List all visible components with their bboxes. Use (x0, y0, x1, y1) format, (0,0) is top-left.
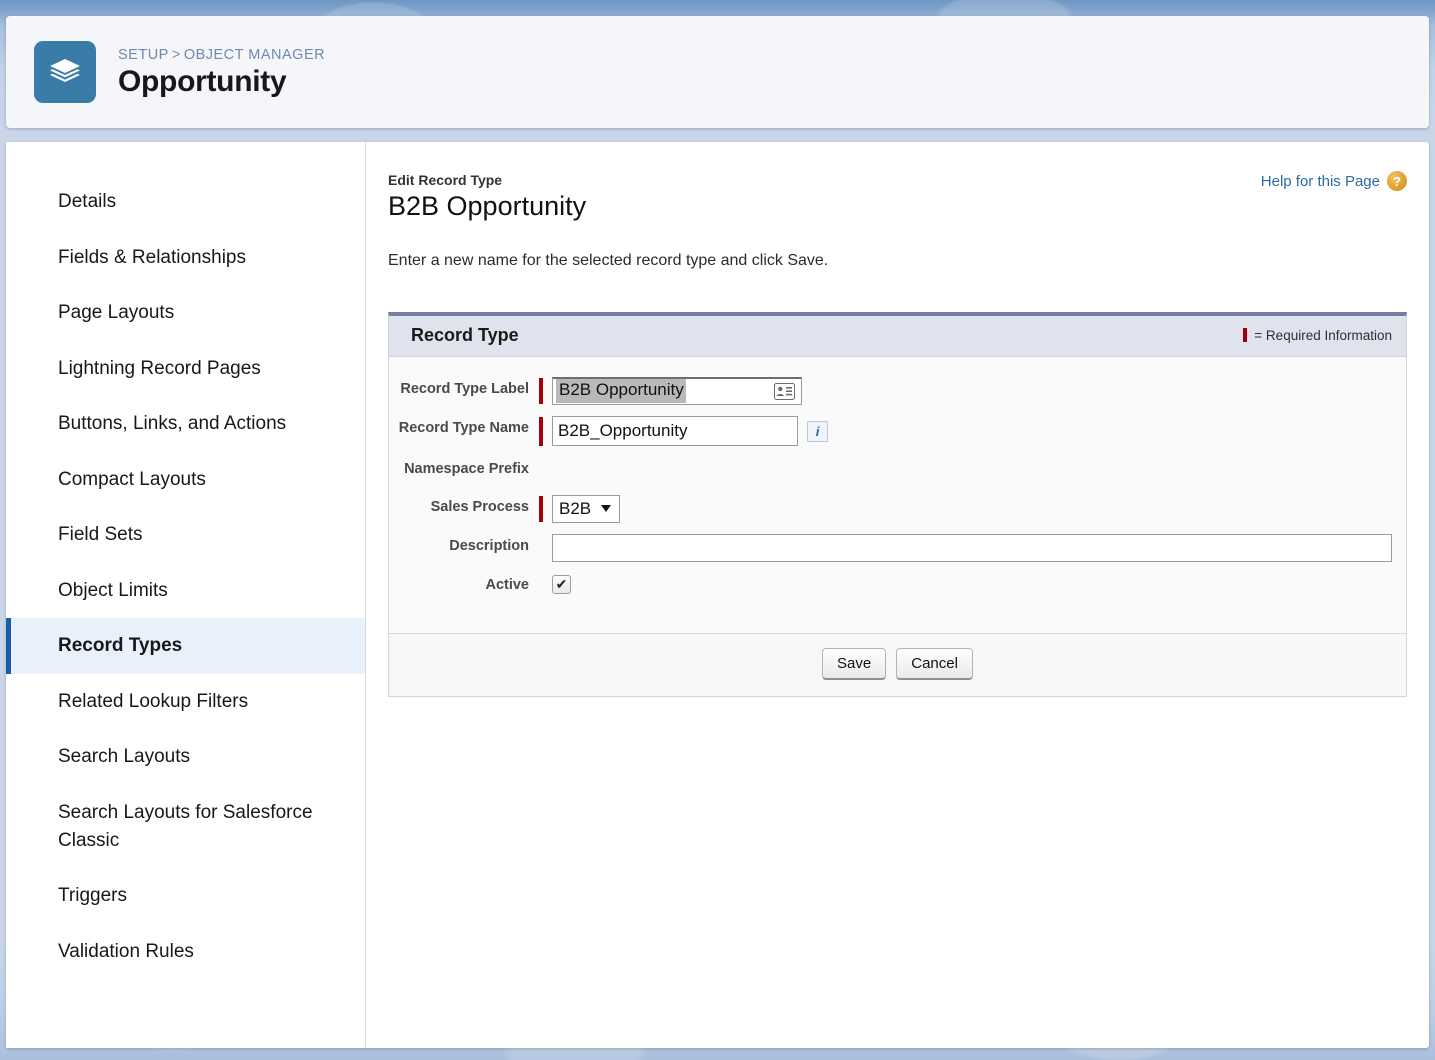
field-row-record-type-label: Record Type Label B2B Opportunity (389, 376, 1392, 405)
info-i-icon[interactable]: i (807, 420, 828, 442)
sidebar-item-label: Buttons, Links, and Actions (58, 413, 287, 435)
sidebar-item-page-layouts[interactable]: Page Layouts (6, 285, 365, 341)
sidebar-item-label: Record Types (58, 635, 183, 657)
main-content: Help for this Page ? Edit Record Type B2… (366, 142, 1429, 1048)
instruction-text: Enter a new name for the selected record… (388, 251, 829, 269)
sidebar-item-search-layouts-salesforce-classic[interactable]: Search Layouts for Salesforce Classic (6, 785, 365, 868)
sidebar-item-field-sets[interactable]: Field Sets (6, 507, 365, 563)
sidebar-item-validation-rules[interactable]: Validation Rules (6, 924, 365, 980)
active-checkbox[interactable]: ✔ (552, 574, 571, 594)
required-marker-icon (539, 377, 543, 404)
required-marker-icon (539, 495, 543, 522)
required-marker-placeholder (539, 574, 543, 600)
sidebar-item-label: Compact Layouts (58, 468, 206, 490)
contact-card-autofill-icon[interactable] (774, 382, 795, 400)
field-row-record-type-name: Record Type Name i (389, 415, 1392, 446)
chevron-down-icon (601, 505, 612, 513)
setup-page: SETUP > OBJECT MANAGER Opportunity Details… (0, 0, 1435, 1060)
sidebar-item-label: Search Layouts for Salesforce Classic (58, 802, 313, 851)
sidebar-item-object-limits[interactable]: Object Limits (6, 563, 365, 619)
sales-process-label: Sales Process (430, 498, 529, 515)
sales-process-select[interactable]: B2B (552, 494, 620, 523)
record-type-name-input[interactable] (552, 415, 798, 446)
page-title: Opportunity (118, 64, 287, 98)
sidebar-item-label: Object Limits (58, 579, 168, 601)
namespace-prefix-label: Namespace Prefix (404, 460, 529, 477)
record-type-name-label: Record Type Name (398, 419, 529, 436)
checkmark-icon: ✔ (555, 576, 568, 593)
breadcrumb-object-manager-link[interactable]: OBJECT MANAGER (184, 47, 325, 63)
sidebar-item-label: Page Layouts (58, 302, 175, 324)
cancel-button[interactable]: Cancel (896, 647, 973, 680)
sales-process-value: B2B (559, 498, 592, 518)
description-input[interactable] (552, 533, 1392, 562)
record-type-form: Record Type Label B2B Opportunity Record… (389, 357, 1406, 633)
sidebar-item-buttons-links-actions[interactable]: Buttons, Links, and Actions (6, 396, 365, 452)
description-label: Description (449, 537, 529, 554)
field-row-sales-process: Sales Process B2B (389, 494, 1392, 523)
sidebar-item-record-types[interactable]: Record Types (6, 618, 365, 674)
object-header-card: SETUP > OBJECT MANAGER Opportunity (6, 16, 1429, 128)
sidebar-item-label: Lightning Record Pages (58, 357, 261, 379)
sidebar-item-related-lookup-filters[interactable]: Related Lookup Filters (6, 674, 365, 730)
panel-title: Record Type (411, 324, 519, 345)
active-label: Active (485, 576, 529, 593)
help-for-this-page-link[interactable]: Help for this Page ? (1261, 171, 1407, 191)
sidebar-item-label: Fields & Relationships (58, 246, 246, 268)
object-sidebar-nav: Details Fields & Relationships Page Layo… (6, 142, 366, 1048)
sidebar-item-label: Field Sets (58, 524, 143, 546)
required-marker-icon (1243, 328, 1248, 343)
sidebar-item-compact-layouts[interactable]: Compact Layouts (6, 452, 365, 508)
required-marker-placeholder (539, 535, 543, 561)
sidebar-item-label: Search Layouts (58, 746, 191, 768)
help-link-label: Help for this Page (1260, 172, 1380, 190)
sidebar-item-label: Validation Rules (58, 940, 194, 962)
record-type-panel-header: Record Type = Required Information (389, 315, 1406, 357)
record-type-panel: Record Type = Required Information Recor… (388, 311, 1407, 697)
breadcrumb: SETUP > OBJECT MANAGER (118, 47, 325, 63)
sidebar-item-fields-relationships[interactable]: Fields & Relationships (6, 230, 365, 286)
required-marker-icon (539, 416, 543, 446)
sidebar-item-label: Details (58, 191, 117, 212)
edit-record-type-eyebrow: Edit Record Type (388, 172, 503, 188)
sidebar-item-lightning-record-pages[interactable]: Lightning Record Pages (6, 341, 365, 397)
breadcrumb-separator: > (171, 46, 181, 63)
sidebar-item-label: Related Lookup Filters (58, 690, 249, 712)
layers-stack-icon (34, 41, 96, 103)
field-row-active: Active ✔ (389, 573, 1392, 600)
field-row-namespace-prefix: Namespace Prefix (389, 457, 1392, 484)
breadcrumb-setup-link[interactable]: SETUP (118, 47, 169, 63)
header-text-block: SETUP > OBJECT MANAGER Opportunity (118, 47, 325, 98)
record-type-label-input[interactable]: B2B Opportunity (552, 376, 802, 405)
save-button[interactable]: Save (822, 647, 887, 680)
record-type-panel-footer: Save Cancel (389, 632, 1406, 696)
required-legend-label: = Required Information (1254, 327, 1392, 343)
object-body-card: Details Fields & Relationships Page Layo… (6, 142, 1429, 1048)
record-type-title: B2B Opportunity (388, 191, 587, 221)
required-information-legend: = Required Information (1243, 328, 1392, 343)
sidebar-item-label: Triggers (58, 885, 127, 907)
sidebar-item-triggers[interactable]: Triggers (6, 868, 365, 924)
record-type-label-value: B2B Opportunity (556, 379, 686, 403)
sidebar-item-details[interactable]: Details (6, 174, 365, 230)
record-type-label-label: Record Type Label (400, 380, 529, 397)
question-mark-badge-icon: ? (1387, 171, 1407, 191)
field-row-description: Description (389, 533, 1392, 562)
sidebar-item-search-layouts[interactable]: Search Layouts (6, 729, 365, 785)
required-marker-placeholder (539, 458, 543, 484)
